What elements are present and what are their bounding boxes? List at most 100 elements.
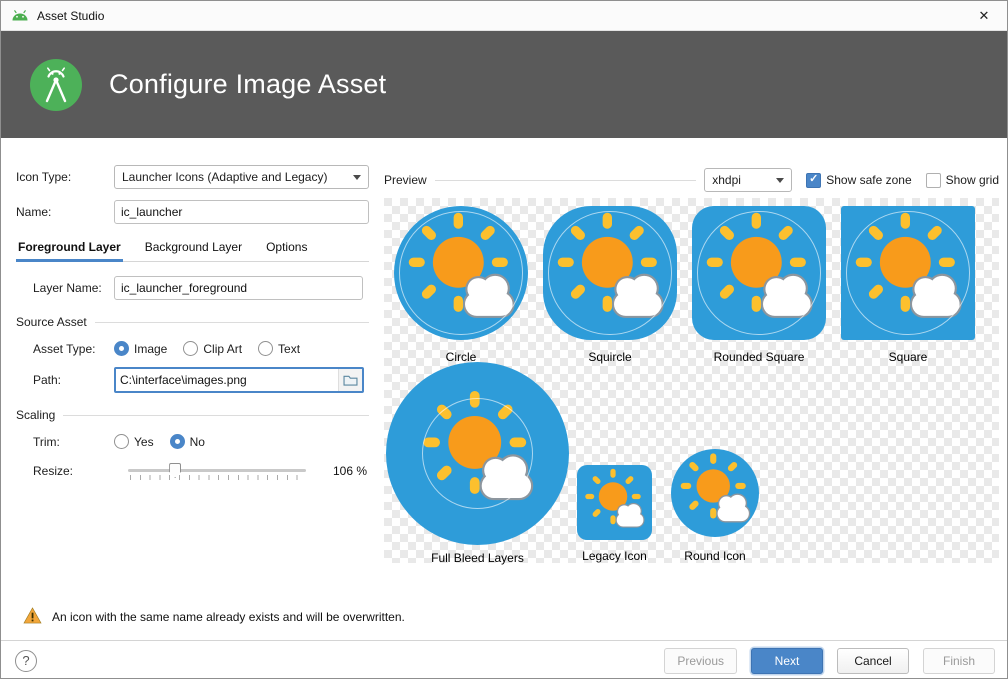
preview-label: Round Icon [684, 549, 745, 563]
preview-label: Full Bleed Layers [431, 551, 524, 565]
resize-slider[interactable] [128, 460, 306, 482]
radio-icon [258, 341, 273, 356]
section-divider [95, 322, 369, 323]
radio-selected-icon [114, 341, 129, 356]
sun-cloud-icon [671, 449, 759, 537]
preview-panel: Preview xhdpi Show safe zone Show grid [384, 138, 1007, 594]
preview-item-full-bleed: Full Bleed Layers [386, 362, 569, 565]
full-bleed-preview [386, 362, 569, 545]
asset-type-label: Asset Type: [33, 342, 114, 356]
android-studio-logo [29, 58, 83, 112]
help-button[interactable]: ? [15, 650, 37, 672]
preview-label: Legacy Icon [582, 549, 647, 563]
radio-icon [183, 341, 198, 356]
scaling-title: Scaling [16, 408, 55, 422]
preview-divider [435, 180, 697, 181]
legacy-icon-preview [577, 465, 652, 540]
path-input[interactable] [116, 369, 338, 391]
scaling-section-header: Scaling [16, 408, 369, 422]
options-panel: Icon Type: Launcher Icons (Adaptive and … [1, 138, 384, 594]
icon-type-dropdown[interactable]: Launcher Icons (Adaptive and Legacy) [114, 165, 369, 189]
preview-item-legacy: Legacy Icon [577, 465, 652, 563]
preview-item-circle: Circle [394, 206, 528, 364]
asset-type-clipart-radio[interactable]: Clip Art [183, 341, 242, 356]
path-field [114, 367, 364, 393]
trim-radio-group: Yes No [114, 434, 205, 449]
trim-label: Trim: [33, 435, 114, 449]
preview-item-square: Square [841, 206, 975, 364]
circle-mask-preview [394, 206, 528, 340]
asset-type-clipart-label: Clip Art [203, 342, 242, 356]
preview-label: Square [889, 350, 928, 364]
tab-options[interactable]: Options [264, 235, 309, 261]
name-input[interactable] [114, 200, 369, 224]
page-title: Configure Image Asset [109, 69, 386, 100]
warning-icon [23, 607, 42, 627]
show-grid-label: Show grid [946, 173, 999, 187]
show-grid-checkbox[interactable]: Show grid [926, 173, 999, 188]
tab-background-layer[interactable]: Background Layer [143, 235, 244, 261]
section-divider [63, 415, 369, 416]
round-icon-preview [671, 449, 759, 537]
asset-type-text-label: Text [278, 342, 300, 356]
tab-foreground-layer[interactable]: Foreground Layer [16, 235, 123, 261]
browse-folder-button[interactable] [338, 369, 362, 391]
layer-tabs: Foreground Layer Background Layer Option… [16, 235, 369, 262]
layer-name-input[interactable] [114, 276, 363, 300]
sun-cloud-icon [841, 206, 975, 340]
sun-cloud-icon [577, 465, 652, 540]
radio-selected-icon [170, 434, 185, 449]
warning-text: An icon with the same name already exist… [52, 610, 405, 624]
sun-cloud-icon [543, 206, 677, 340]
preview-item-round: Round Icon [671, 449, 759, 563]
sun-cloud-icon [394, 206, 528, 340]
source-asset-title: Source Asset [16, 315, 87, 329]
trim-no-radio[interactable]: No [170, 434, 205, 449]
icon-type-value: Launcher Icons (Adaptive and Legacy) [122, 170, 327, 184]
dialog-banner: Configure Image Asset [1, 31, 1007, 138]
show-safe-zone-checkbox[interactable]: Show safe zone [806, 173, 911, 188]
radio-icon [114, 434, 129, 449]
density-dropdown[interactable]: xhdpi [704, 168, 792, 192]
rounded-square-mask-preview [692, 206, 826, 340]
asset-type-radio-group: Image Clip Art Text [114, 341, 300, 356]
source-asset-section-header: Source Asset [16, 315, 369, 329]
path-label: Path: [33, 373, 114, 387]
show-safe-zone-label: Show safe zone [826, 173, 911, 187]
slider-ticks [130, 475, 305, 480]
preview-title: Preview [384, 173, 427, 187]
square-mask-preview [841, 206, 975, 340]
preview-header: Preview xhdpi Show safe zone Show grid [384, 168, 999, 192]
preview-item-rounded-square: Rounded Square [692, 206, 826, 364]
sun-cloud-icon [408, 384, 547, 523]
dialog-content: Icon Type: Launcher Icons (Adaptive and … [1, 138, 1007, 640]
finish-button[interactable]: Finish [923, 648, 995, 674]
chevron-down-icon [353, 175, 361, 180]
slider-track[interactable] [128, 469, 306, 472]
previous-button[interactable]: Previous [664, 648, 737, 674]
close-icon[interactable]: ✕ [961, 1, 1007, 30]
validation-warning: An icon with the same name already exist… [1, 594, 1007, 640]
preview-label: Squircle [588, 350, 631, 364]
next-button[interactable]: Next [751, 648, 823, 674]
asset-type-image-radio[interactable]: Image [114, 341, 167, 356]
preview-label: Rounded Square [714, 350, 805, 364]
squircle-mask-preview [543, 206, 677, 340]
chevron-down-icon [776, 178, 784, 183]
trim-yes-label: Yes [134, 435, 154, 449]
asset-type-text-radio[interactable]: Text [258, 341, 300, 356]
layer-name-label: Layer Name: [33, 281, 114, 295]
name-label: Name: [16, 205, 114, 219]
preview-item-squircle: Squircle [543, 206, 677, 364]
checkbox-checked-icon [806, 173, 821, 188]
folder-icon [343, 374, 358, 386]
icon-type-label: Icon Type: [16, 170, 114, 184]
checkbox-unchecked-icon [926, 173, 941, 188]
trim-yes-radio[interactable]: Yes [114, 434, 154, 449]
trim-no-label: No [190, 435, 205, 449]
resize-value: 106 % [333, 464, 369, 478]
dialog-footer: ? Previous Next Cancel Finish [1, 640, 1007, 680]
android-icon [11, 10, 29, 21]
cancel-button[interactable]: Cancel [837, 648, 909, 674]
resize-label: Resize: [33, 464, 114, 478]
